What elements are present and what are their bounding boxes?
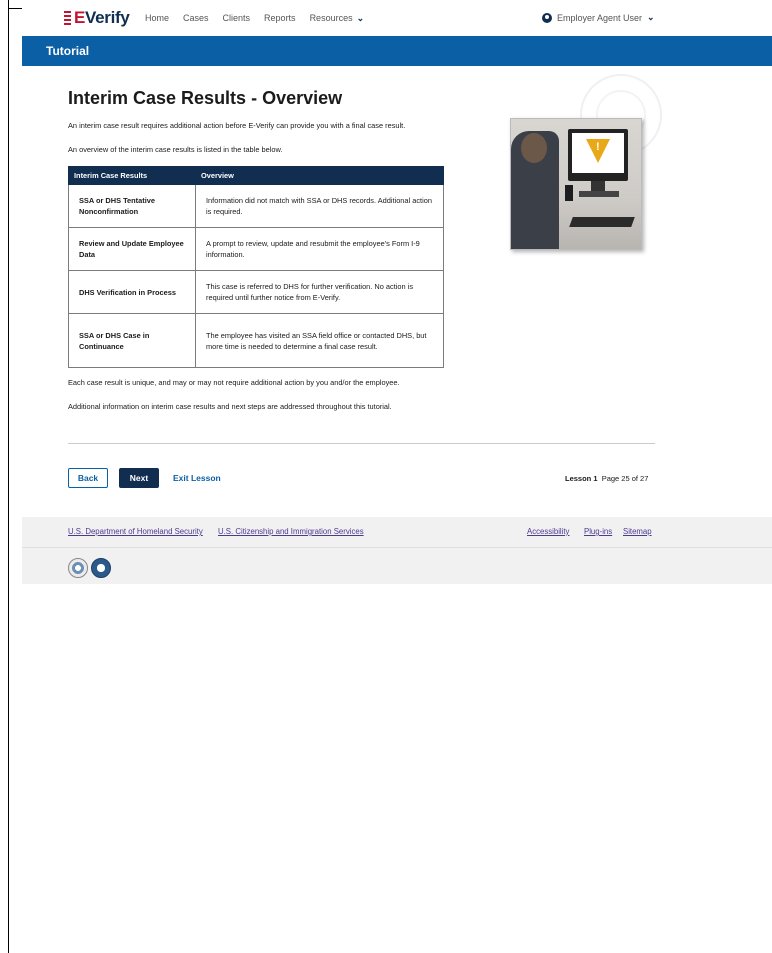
- flag-icon: [64, 11, 71, 25]
- column-header: Overview: [195, 166, 444, 185]
- monitor-image: !: [568, 129, 628, 181]
- lesson-progress: Lesson 1 Page 25 of 27: [565, 474, 648, 483]
- result-term: DHS Verification in Process: [68, 270, 196, 314]
- monitor-screen: !: [572, 133, 624, 173]
- column-header: Interim Case Results: [68, 166, 196, 185]
- table-row: SSA or DHS Tentative Nonconfirmation Inf…: [68, 184, 444, 228]
- nav-resources-label: Resources: [309, 13, 353, 23]
- accessibility-link[interactable]: Accessibility: [527, 527, 569, 536]
- result-description: This case is referred to DHS for further…: [195, 270, 444, 314]
- dhs-link[interactable]: U.S. Department of Homeland Security: [68, 527, 203, 536]
- result-term: SSA or DHS Tentative Nonconfirmation: [68, 184, 196, 228]
- nav-reports[interactable]: Reports: [264, 13, 296, 24]
- tutorial-illustration: !: [510, 118, 642, 250]
- interim-results-table: Interim Case Results Overview SSA or DHS…: [68, 166, 444, 368]
- logo-text: Verify: [85, 8, 130, 27]
- window-frame-left: [8, 0, 9, 953]
- everify-logo[interactable]: E Verify: [64, 8, 130, 28]
- monitor-base: [579, 191, 619, 197]
- table-row: SSA or DHS Case in Continuance The emplo…: [68, 313, 444, 368]
- page-counter: Page 25 of 27: [601, 474, 649, 483]
- next-button[interactable]: Next: [119, 468, 159, 488]
- uscis-link[interactable]: U.S. Citizenship and Immigration Service…: [218, 527, 364, 536]
- summary-text-2: Additional information on interim case r…: [68, 402, 392, 411]
- nav-links: Home Cases Clients Reports Resources ⌄: [145, 13, 364, 24]
- keyboard-image: [569, 217, 635, 227]
- exit-lesson-link[interactable]: Exit Lesson: [173, 473, 221, 483]
- top-navigation: E Verify Home Cases Clients Reports Resou…: [22, 0, 772, 36]
- plugins-link[interactable]: Plug-ins: [584, 527, 612, 536]
- user-label: Employer Agent User: [557, 12, 643, 23]
- lesson-label: Lesson 1: [565, 474, 598, 483]
- table-row: Review and Update Employee Data A prompt…: [68, 227, 444, 271]
- result-description: A prompt to review, update and resubmit …: [195, 227, 444, 271]
- window-frame-top: [8, 8, 22, 9]
- logo-e: E: [74, 8, 86, 27]
- nav-home[interactable]: Home: [145, 13, 169, 24]
- nav-cases[interactable]: Cases: [183, 13, 209, 24]
- result-description: The employee has visited an SSA field of…: [195, 313, 444, 368]
- nav-resources[interactable]: Resources ⌄: [310, 13, 365, 24]
- footer-links: U.S. Department of Homeland Security U.S…: [22, 517, 772, 548]
- tutorial-banner: Tutorial: [22, 36, 772, 66]
- back-button[interactable]: Back: [68, 468, 108, 488]
- divider: [68, 443, 655, 444]
- chevron-down-icon: ⌄: [647, 12, 655, 22]
- result-term: Review and Update Employee Data: [68, 227, 196, 271]
- summary-text: Each case result is unique, and may or m…: [68, 378, 400, 387]
- result-term: SSA or DHS Case in Continuance: [68, 313, 196, 368]
- sitemap-link[interactable]: Sitemap: [623, 527, 652, 536]
- speaker-image: [565, 185, 573, 201]
- uscis-seal-icon[interactable]: [91, 558, 111, 578]
- page-title: Interim Case Results - Overview: [68, 88, 343, 108]
- dhs-seal-icon[interactable]: [68, 558, 88, 578]
- exclamation-icon: !: [596, 141, 600, 153]
- intro-text: An interim case result requires addition…: [68, 121, 406, 130]
- person-head: [521, 133, 547, 163]
- result-description: Information did not match with SSA or DH…: [195, 184, 444, 228]
- user-menu[interactable]: Employer Agent User ⌄: [542, 12, 655, 23]
- page: E Verify Home Cases Clients Reports Resou…: [22, 0, 772, 584]
- monitor-stand: [591, 181, 605, 191]
- intro-text-2: An overview of the interim case results …: [68, 145, 283, 154]
- nav-clients[interactable]: Clients: [223, 13, 251, 24]
- chevron-down-icon: ⌄: [356, 13, 365, 23]
- footer-seals: [22, 548, 772, 584]
- user-icon: [542, 12, 552, 23]
- table-row: DHS Verification in Process This case is…: [68, 270, 444, 314]
